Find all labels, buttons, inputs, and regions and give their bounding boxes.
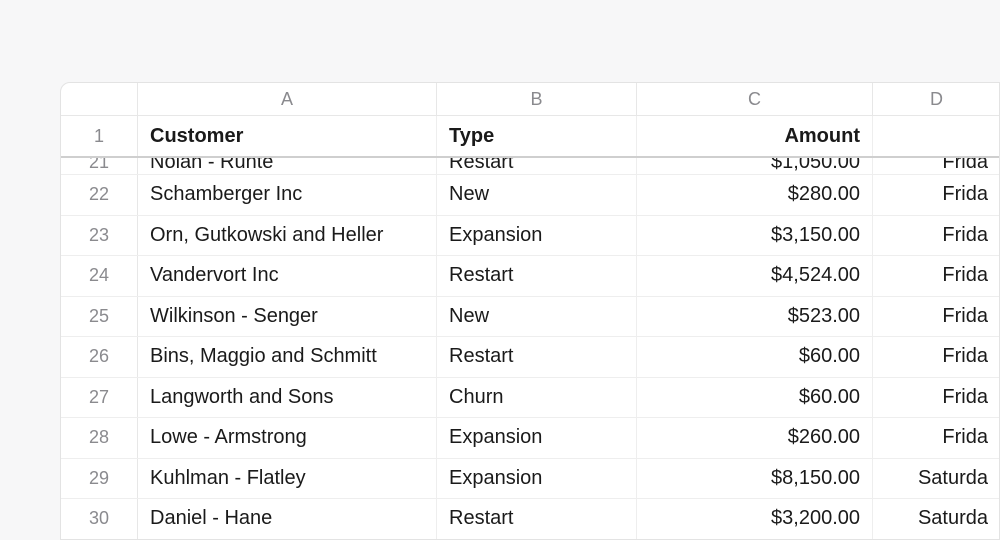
cell-amount[interactable]: $4,524.00 <box>637 256 873 296</box>
cell-customer[interactable]: Daniel - Hane <box>138 499 437 539</box>
cell-type[interactable]: Churn <box>437 378 637 418</box>
column-header-a[interactable]: A <box>138 83 437 115</box>
row-number[interactable]: 1 <box>61 116 138 156</box>
cell-amount[interactable]: $3,150.00 <box>637 216 873 256</box>
cell-customer[interactable]: Vandervort Inc <box>138 256 437 296</box>
cell-amount[interactable]: $260.00 <box>637 418 873 458</box>
cell-customer[interactable]: Wilkinson - Senger <box>138 297 437 337</box>
cell-day[interactable]: Frida <box>873 337 1000 377</box>
header-amount[interactable]: Amount <box>637 116 873 156</box>
cell-customer[interactable]: Lowe - Armstrong <box>138 418 437 458</box>
frozen-header-row: 1 Customer Type Amount <box>61 116 999 158</box>
cell-type[interactable]: Restart <box>437 337 637 377</box>
table-row: 30Daniel - HaneRestart$3,200.00Saturda <box>61 499 999 540</box>
cell-type[interactable]: Expansion <box>437 459 637 499</box>
cell-day[interactable]: Frida <box>873 256 1000 296</box>
column-header-d[interactable]: D <box>873 83 1000 115</box>
cell-day[interactable]: Frida <box>873 418 1000 458</box>
cell-type[interactable]: New <box>437 175 637 215</box>
cell-customer[interactable]: Bins, Maggio and Schmitt <box>138 337 437 377</box>
column-header-b[interactable]: B <box>437 83 637 115</box>
table-row: 24Vandervort IncRestart$4,524.00Frida <box>61 256 999 297</box>
row-number[interactable]: 30 <box>61 499 138 539</box>
cell-type[interactable]: New <box>437 297 637 337</box>
table-row: 29Kuhlman - FlatleyExpansion$8,150.00Sat… <box>61 459 999 500</box>
row-number[interactable]: 22 <box>61 175 138 215</box>
row-number[interactable]: 21 <box>61 158 138 174</box>
row-number[interactable]: 23 <box>61 216 138 256</box>
header-type[interactable]: Type <box>437 116 637 156</box>
row-number[interactable]: 29 <box>61 459 138 499</box>
row-number[interactable]: 25 <box>61 297 138 337</box>
cell-amount[interactable]: $60.00 <box>637 378 873 418</box>
row-number[interactable]: 28 <box>61 418 138 458</box>
table-row: 28Lowe - ArmstrongExpansion$260.00Frida <box>61 418 999 459</box>
cell-type[interactable]: Restart <box>437 499 637 539</box>
header-day[interactable] <box>873 116 1000 156</box>
table-row: 26Bins, Maggio and SchmittRestart$60.00F… <box>61 337 999 378</box>
table-row: 22Schamberger IncNew$280.00Frida <box>61 175 999 216</box>
cell-customer[interactable]: Langworth and Sons <box>138 378 437 418</box>
cell-day[interactable]: Saturda <box>873 459 1000 499</box>
corner-cell[interactable] <box>61 83 138 115</box>
cell-day[interactable]: Frida <box>873 158 999 174</box>
row-number[interactable]: 27 <box>61 378 138 418</box>
cell-day[interactable]: Frida <box>873 378 1000 418</box>
spreadsheet[interactable]: A B C D 1 Customer Type Amount 21 Nolan … <box>60 82 1000 540</box>
cell-amount[interactable]: $1,050.00 <box>637 158 873 174</box>
row-number[interactable]: 24 <box>61 256 138 296</box>
table-body: 22Schamberger IncNew$280.00Frida23Orn, G… <box>61 175 999 540</box>
cell-day[interactable]: Saturda <box>873 499 1000 539</box>
cell-customer[interactable]: Orn, Gutkowski and Heller <box>138 216 437 256</box>
cell-amount[interactable]: $523.00 <box>637 297 873 337</box>
cell-day[interactable]: Frida <box>873 216 1000 256</box>
table-row: 25Wilkinson - SengerNew$523.00Frida <box>61 297 999 338</box>
cell-customer[interactable]: Kuhlman - Flatley <box>138 459 437 499</box>
cell-day[interactable]: Frida <box>873 175 1000 215</box>
cell-amount[interactable]: $60.00 <box>637 337 873 377</box>
column-header-c[interactable]: C <box>637 83 873 115</box>
cell-type[interactable]: Expansion <box>437 216 637 256</box>
cell-amount[interactable]: $3,200.00 <box>637 499 873 539</box>
cell-amount[interactable]: $8,150.00 <box>637 459 873 499</box>
table-row: 27Langworth and SonsChurn$60.00Frida <box>61 378 999 419</box>
cell-type[interactable]: Restart <box>437 256 637 296</box>
cell-customer[interactable]: Schamberger Inc <box>138 175 437 215</box>
header-customer[interactable]: Customer <box>138 116 437 156</box>
cell-type[interactable]: Restart <box>437 158 637 174</box>
row-number[interactable]: 26 <box>61 337 138 377</box>
table-row: 23Orn, Gutkowski and HellerExpansion$3,1… <box>61 216 999 257</box>
column-headers-row: A B C D <box>61 83 999 116</box>
cell-amount[interactable]: $280.00 <box>637 175 873 215</box>
cell-customer[interactable]: Nolan - Runte <box>138 158 437 174</box>
table-row: 21 Nolan - Runte Restart $1,050.00 Frida <box>61 158 999 175</box>
cell-type[interactable]: Expansion <box>437 418 637 458</box>
cell-day[interactable]: Frida <box>873 297 1000 337</box>
